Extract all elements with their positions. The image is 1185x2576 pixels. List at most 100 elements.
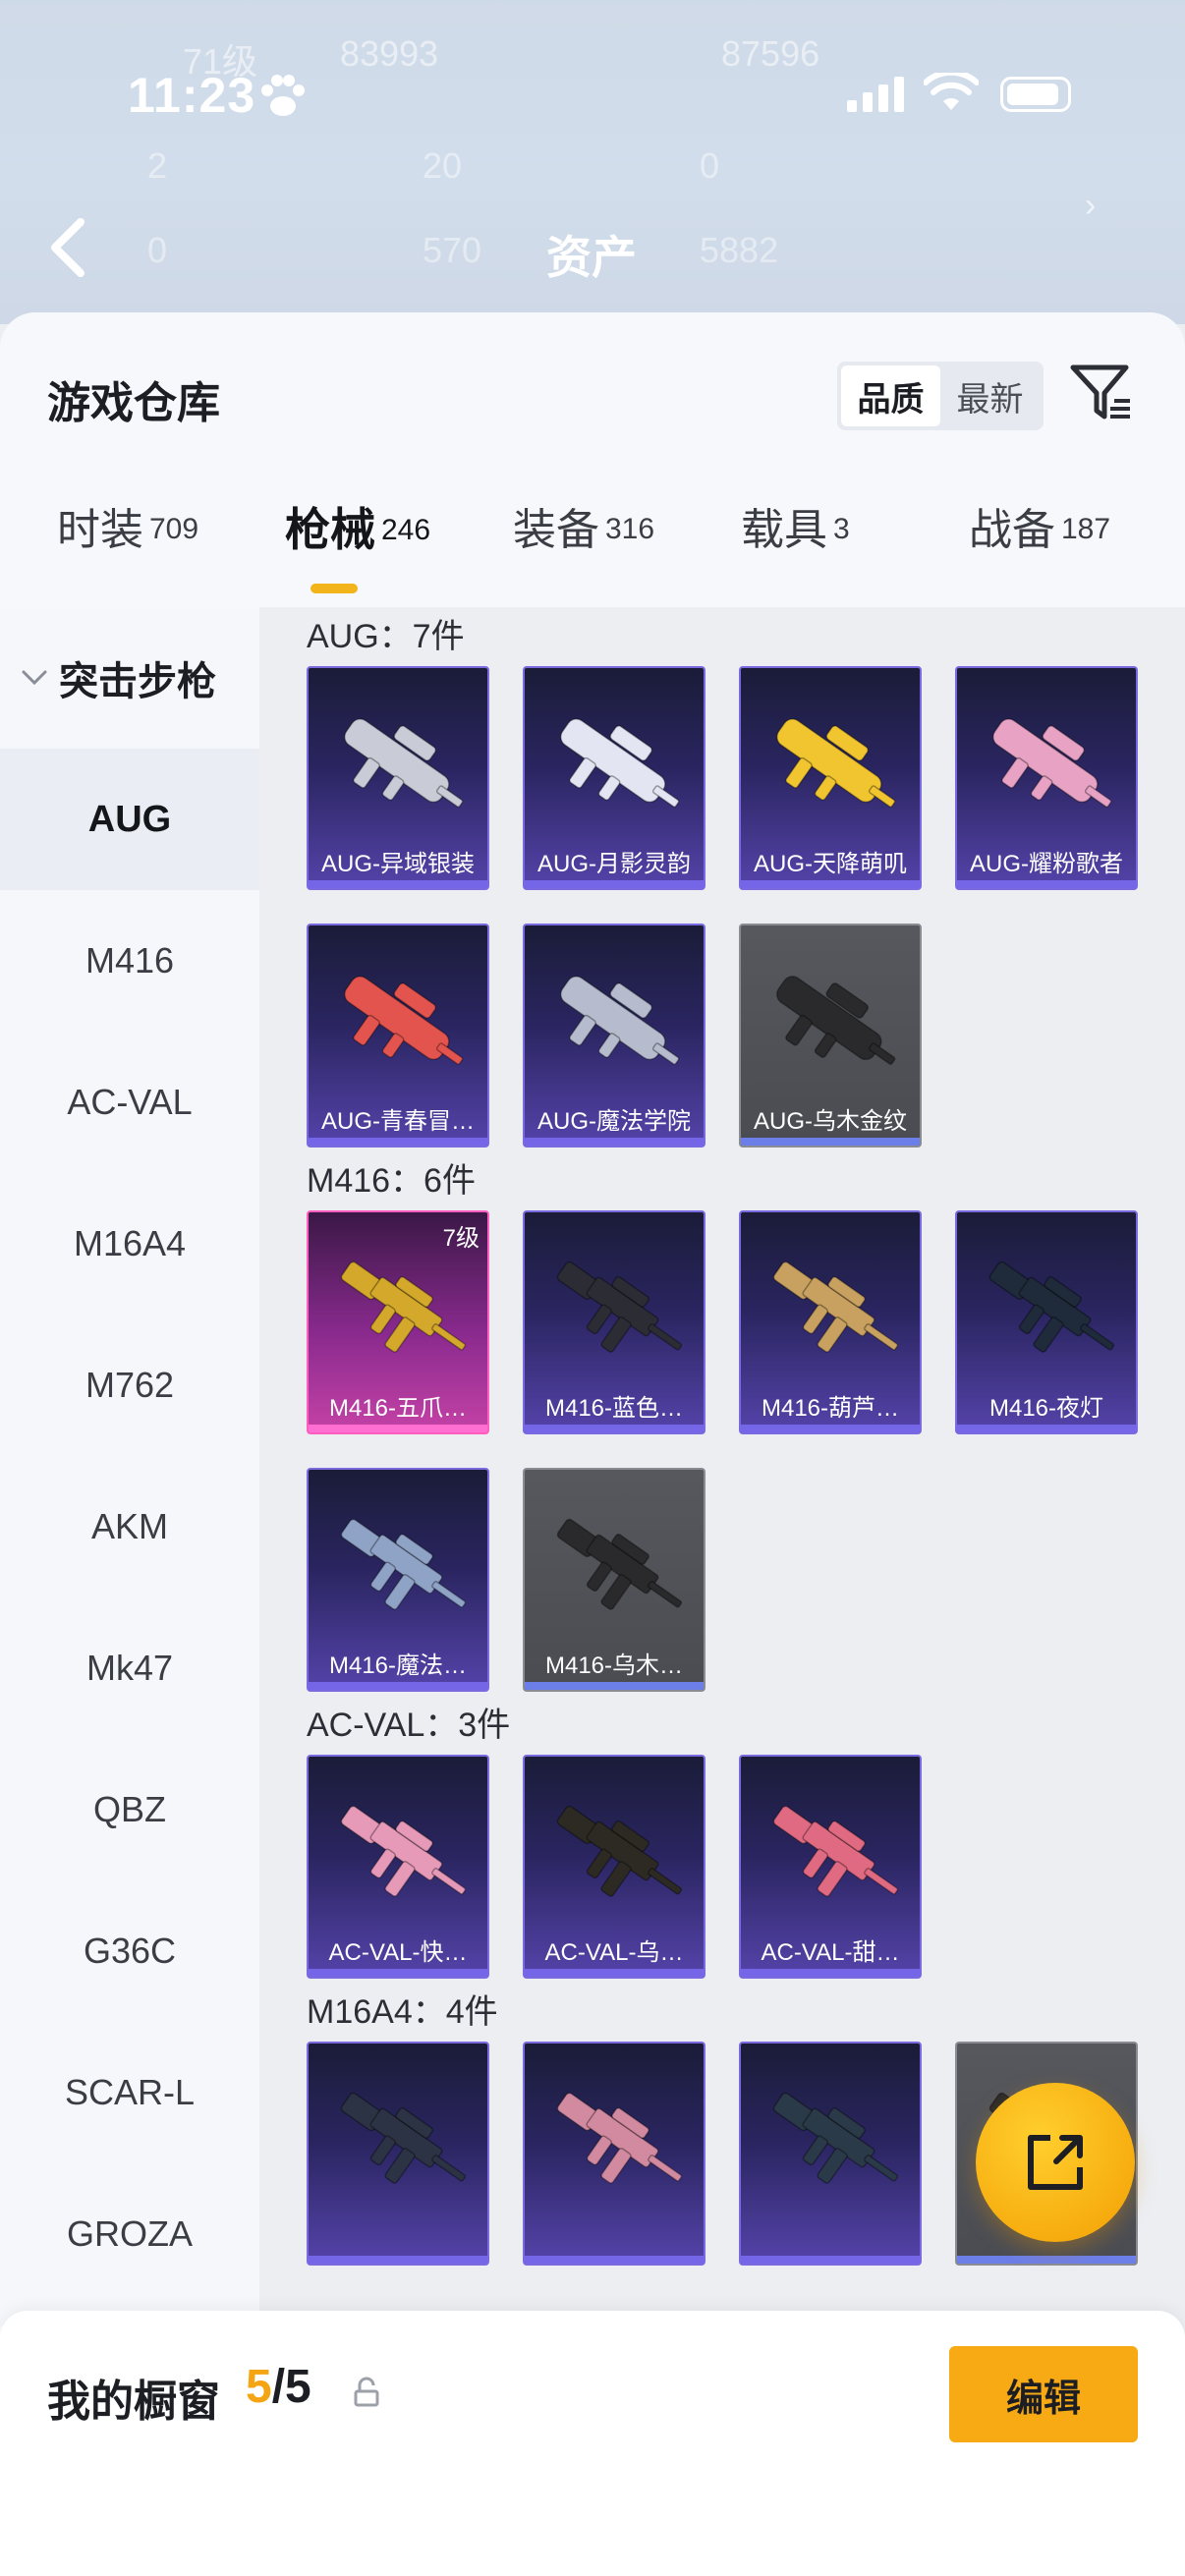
active-tab-indicator	[310, 584, 358, 593]
sidebar-item-m762[interactable]: M762	[0, 1315, 259, 1456]
weapon-skin-image	[992, 718, 1112, 808]
weapon-skin-image	[556, 2092, 683, 2184]
sort-option-newest[interactable]: 最新	[940, 365, 1040, 426]
weapon-card[interactable]: AUG-月影灵韵	[523, 666, 705, 890]
tab-fashion[interactable]: 时装 709	[57, 494, 198, 592]
section-title: M416：6件	[307, 1162, 476, 1200]
weapon-card[interactable]: M416-蓝色…	[523, 1210, 705, 1434]
weapon-skin-image	[340, 2092, 467, 2184]
weapon-card[interactable]: AUG-魔法学院	[523, 924, 705, 1148]
weapon-skin-image	[556, 1805, 683, 1897]
rarity-bar	[525, 1682, 704, 1690]
section-title: AUG：7件	[307, 618, 465, 655]
status-bar: 11:23	[0, 0, 1185, 196]
weapon-skin-image	[560, 976, 680, 1065]
rarity-bar	[309, 1969, 487, 1977]
rarity-bar	[741, 880, 920, 888]
weapon-skin-image	[988, 1260, 1115, 1353]
tab-vehicles[interactable]: 载具 3	[741, 494, 850, 592]
weapon-name: M416-蓝色…	[544, 1395, 684, 1422]
rarity-bar	[957, 880, 1136, 888]
weapon-name: AC-VAL-乌…	[544, 1939, 684, 1966]
weapon-card[interactable]: AUG-天降萌叽	[739, 666, 922, 890]
signal-icon	[847, 77, 904, 112]
rarity-bar	[309, 1682, 487, 1690]
filter-icon[interactable]	[1069, 362, 1134, 426]
weapon-skin-image	[344, 718, 464, 808]
rarity-bar	[525, 1138, 704, 1146]
rarity-bar	[957, 1425, 1136, 1432]
weapon-card[interactable]	[307, 2042, 489, 2266]
sidebar-item-mk47[interactable]: Mk47	[0, 1597, 259, 1739]
sidebar-item-akm[interactable]: AKM	[0, 1456, 259, 1597]
sidebar-item-m416[interactable]: M416	[0, 890, 259, 1032]
weapon-card[interactable]: AUG-异域银装	[307, 666, 489, 890]
battery-icon	[1000, 77, 1071, 112]
edit-button[interactable]: 编辑	[949, 2346, 1138, 2442]
sort-toggle[interactable]: 品质 最新	[837, 362, 1044, 430]
tab-firearms[interactable]: 枪械 246	[285, 494, 430, 592]
rarity-bar	[309, 880, 487, 888]
weapon-name: AUG-月影灵韵	[537, 851, 691, 877]
weapon-name: M416-魔法…	[328, 1652, 468, 1679]
weapon-card[interactable]: M416-夜灯	[955, 1210, 1138, 1434]
showcase-total: 5	[285, 2361, 311, 2413]
sheet-header: 游戏仓库 品质 最新 时装 709 枪械 246 装备 316 载具 3 战备 187	[0, 312, 1185, 607]
section-title: AC-VAL：3件	[307, 1707, 511, 1744]
weapon-name: AC-VAL-甜…	[761, 1939, 900, 1966]
sidebar-item-scar-l[interactable]: SCAR-L	[0, 2022, 259, 2163]
sidebar-item-groza[interactable]: GROZA	[0, 2163, 259, 2305]
weapon-name: M416-夜灯	[988, 1395, 1104, 1422]
weapon-grid: AUG：7件 AUG-异域银装 AUG-月影灵韵 AUG-天降萌叽 AUG-耀粉歌者 AU…	[259, 607, 1185, 2336]
weapon-name: M416-葫芦…	[761, 1395, 900, 1422]
tab-equipment[interactable]: 装备 316	[513, 494, 654, 592]
weapon-name: AUG-耀粉歌者	[970, 851, 1123, 877]
weapon-name: AUG-异域银装	[321, 851, 475, 877]
bg-row3-right: 5882	[700, 230, 779, 270]
weapon-card[interactable]: M416-魔法…	[307, 1468, 489, 1692]
weapon-card[interactable]	[523, 2042, 705, 2266]
rarity-bar	[741, 1969, 920, 1977]
rarity-bar	[525, 2256, 704, 2264]
weapon-skin-image	[772, 1805, 899, 1897]
section-title: M16A4：4件	[307, 1993, 498, 2031]
weapon-card[interactable]: M416-葫芦…	[739, 1210, 922, 1434]
back-chevron-icon[interactable]	[47, 218, 86, 277]
weapon-skin-image	[344, 976, 464, 1065]
weapon-card[interactable]	[739, 2042, 922, 2266]
weapon-skin-image	[340, 1260, 467, 1353]
weapon-skin-image	[772, 1260, 899, 1353]
weapon-level-badge: 7级	[442, 1225, 480, 1252]
bg-row3-left: 0	[147, 230, 168, 270]
weapon-card[interactable]: M416-乌木…	[523, 1468, 705, 1692]
bg-row3-mid: 570	[423, 230, 482, 270]
weapon-card[interactable]: AC-VAL-甜…	[739, 1755, 922, 1979]
sidebar-item-ac-val[interactable]: AC-VAL	[0, 1032, 259, 1173]
showcase-count: 5/5	[246, 2360, 311, 2414]
share-button[interactable]	[976, 2083, 1135, 2242]
weapon-skin-image	[560, 718, 680, 808]
category-tabs: 时装 709 枪械 246 装备 316 载具 3 战备 187	[0, 494, 1185, 592]
sidebar-item-qbz[interactable]: QBZ	[0, 1739, 259, 1880]
weapon-card[interactable]: AUG-乌木金纹	[739, 924, 922, 1148]
weapon-card[interactable]: AUG-耀粉歌者	[955, 666, 1138, 890]
weapon-skin-image	[556, 1260, 683, 1353]
weapon-card[interactable]: AC-VAL-乌…	[523, 1755, 705, 1979]
weapon-card[interactable]: AUG-青春冒…	[307, 924, 489, 1148]
tab-supplies[interactable]: 战备 187	[969, 494, 1110, 592]
chevron-down-icon	[22, 670, 47, 686]
sidebar-item-g36c[interactable]: G36C	[0, 1880, 259, 2022]
sidebar-item-aug[interactable]: AUG	[0, 749, 259, 890]
weapon-skin-image	[772, 2092, 899, 2184]
weapon-name: M416-乌木…	[544, 1652, 684, 1679]
rarity-bar	[741, 1425, 920, 1432]
weapon-name: AUG-魔法学院	[537, 1108, 691, 1135]
weapon-card[interactable]: 7级 M416-五爪…	[307, 1210, 489, 1434]
rarity-bar	[741, 1138, 920, 1146]
sort-option-quality[interactable]: 品质	[841, 365, 940, 426]
weapon-card[interactable]: AC-VAL-快…	[307, 1755, 489, 1979]
rarity-bar	[741, 2256, 920, 2264]
weapon-name: AUG-青春冒…	[321, 1108, 475, 1135]
sidebar-item-m16a4[interactable]: M16A4	[0, 1173, 259, 1315]
sidebar-category-header[interactable]: 突击步枪	[0, 607, 259, 749]
